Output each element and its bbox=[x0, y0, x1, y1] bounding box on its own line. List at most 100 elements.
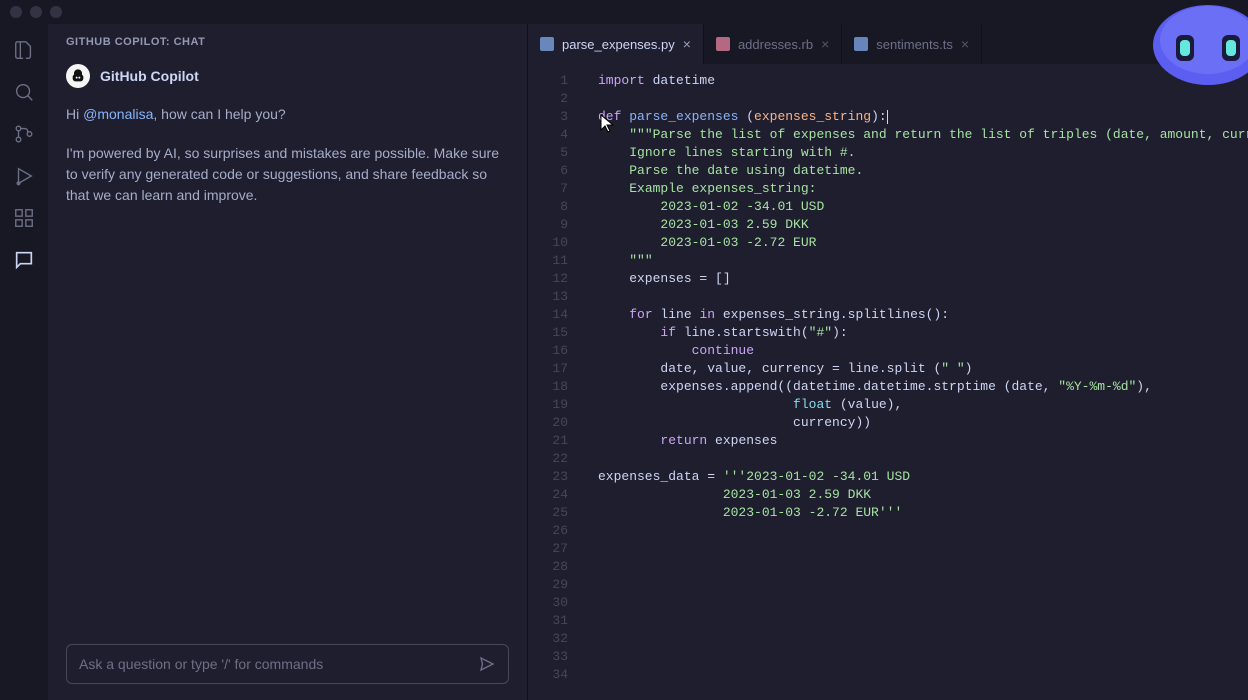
line-number: 19 bbox=[528, 396, 580, 414]
line-number: 21 bbox=[528, 432, 580, 450]
code-line[interactable]: expenses = [] bbox=[598, 270, 1248, 288]
chat-panel: GITHUB COPILOT: CHAT GitHub Copilot Hi @… bbox=[48, 24, 528, 700]
code-line[interactable]: for line in expenses_string.splitlines()… bbox=[598, 306, 1248, 324]
line-number: 2 bbox=[528, 90, 580, 108]
close-icon[interactable]: × bbox=[961, 36, 969, 52]
extensions-icon[interactable] bbox=[12, 206, 36, 230]
editor-body[interactable]: 1234567891011121314151617181920212223242… bbox=[528, 64, 1248, 700]
tab-label: sentiments.ts bbox=[876, 37, 953, 52]
code-line[interactable]: date, value, currency = line.split (" ") bbox=[598, 360, 1248, 378]
chat-greeting: Hi @monalisa, how can I help you? bbox=[66, 104, 509, 125]
line-number: 34 bbox=[528, 666, 580, 684]
code-line[interactable]: continue bbox=[598, 342, 1248, 360]
tab-parse_expenses-py[interactable]: parse_expenses.py × bbox=[528, 24, 704, 64]
code-line[interactable] bbox=[598, 90, 1248, 108]
code-line[interactable]: """ bbox=[598, 252, 1248, 270]
chat-panel-title: GITHUB COPILOT: CHAT bbox=[48, 24, 527, 58]
code-line[interactable]: Example expenses_string: bbox=[598, 180, 1248, 198]
line-number: 20 bbox=[528, 414, 580, 432]
chat-icon[interactable] bbox=[12, 248, 36, 272]
ruby-file-icon bbox=[716, 37, 730, 51]
code-line[interactable] bbox=[598, 594, 1248, 612]
code-line[interactable] bbox=[598, 576, 1248, 594]
line-number: 23 bbox=[528, 468, 580, 486]
close-icon[interactable]: × bbox=[683, 36, 691, 52]
tab-sentiments-ts[interactable]: sentiments.ts × bbox=[842, 24, 982, 64]
code-line[interactable] bbox=[598, 288, 1248, 306]
greeting-pre: Hi bbox=[66, 106, 83, 122]
code-line[interactable] bbox=[598, 450, 1248, 468]
line-number: 25 bbox=[528, 504, 580, 522]
code-area[interactable]: import datetime def parse_expenses (expe… bbox=[580, 64, 1248, 700]
code-line[interactable] bbox=[598, 648, 1248, 666]
code-line[interactable] bbox=[598, 558, 1248, 576]
line-number: 1 bbox=[528, 72, 580, 90]
line-number: 7 bbox=[528, 180, 580, 198]
tab-label: parse_expenses.py bbox=[562, 37, 675, 52]
code-line[interactable]: expenses_data = '''2023-01-02 -34.01 USD bbox=[598, 468, 1248, 486]
search-icon[interactable] bbox=[12, 80, 36, 104]
line-number: 22 bbox=[528, 450, 580, 468]
line-number: 5 bbox=[528, 144, 580, 162]
code-line[interactable]: 2023-01-03 -2.72 EUR''' bbox=[598, 504, 1248, 522]
chat-author: GitHub Copilot bbox=[66, 64, 509, 88]
send-icon[interactable] bbox=[478, 655, 496, 673]
code-line[interactable]: Parse the date using datetime. bbox=[598, 162, 1248, 180]
chat-disclaimer: I'm powered by AI, so surprises and mist… bbox=[66, 143, 509, 206]
greeting-mention: @monalisa bbox=[83, 106, 153, 122]
explorer-icon[interactable] bbox=[12, 38, 36, 62]
line-gutter: 1234567891011121314151617181920212223242… bbox=[528, 64, 580, 700]
code-line[interactable] bbox=[598, 522, 1248, 540]
activity-bar bbox=[0, 24, 48, 700]
code-line[interactable]: 2023-01-03 -2.72 EUR bbox=[598, 234, 1248, 252]
line-number: 9 bbox=[528, 216, 580, 234]
code-line[interactable]: currency)) bbox=[598, 414, 1248, 432]
code-line[interactable]: float (value), bbox=[598, 396, 1248, 414]
line-number: 27 bbox=[528, 540, 580, 558]
window-minimize-icon[interactable] bbox=[30, 6, 42, 18]
code-line[interactable] bbox=[598, 630, 1248, 648]
copilot-avatar-icon bbox=[66, 64, 90, 88]
line-number: 24 bbox=[528, 486, 580, 504]
line-number: 13 bbox=[528, 288, 580, 306]
window-close-icon[interactable] bbox=[10, 6, 22, 18]
text-cursor bbox=[887, 110, 888, 124]
code-line[interactable]: 2023-01-03 2.59 DKK bbox=[598, 486, 1248, 504]
code-line[interactable]: Ignore lines starting with #. bbox=[598, 144, 1248, 162]
line-number: 18 bbox=[528, 378, 580, 396]
tab-label: addresses.rb bbox=[738, 37, 813, 52]
code-line[interactable]: 2023-01-03 2.59 DKK bbox=[598, 216, 1248, 234]
line-number: 3 bbox=[528, 108, 580, 126]
line-number: 17 bbox=[528, 360, 580, 378]
line-number: 16 bbox=[528, 342, 580, 360]
code-line[interactable]: import datetime bbox=[598, 72, 1248, 90]
close-icon[interactable]: × bbox=[821, 36, 829, 52]
code-line[interactable]: return expenses bbox=[598, 432, 1248, 450]
line-number: 31 bbox=[528, 612, 580, 630]
chat-input[interactable] bbox=[66, 644, 509, 684]
source-control-icon[interactable] bbox=[12, 122, 36, 146]
code-line[interactable]: if line.startswith("#"): bbox=[598, 324, 1248, 342]
code-line[interactable]: def parse_expenses (expenses_string): bbox=[598, 108, 1248, 126]
code-line[interactable] bbox=[598, 540, 1248, 558]
line-number: 30 bbox=[528, 594, 580, 612]
line-number: 11 bbox=[528, 252, 580, 270]
line-number: 14 bbox=[528, 306, 580, 324]
title-bar bbox=[0, 0, 1248, 24]
window-maximize-icon[interactable] bbox=[50, 6, 62, 18]
line-number: 12 bbox=[528, 270, 580, 288]
line-number: 32 bbox=[528, 630, 580, 648]
line-number: 10 bbox=[528, 234, 580, 252]
code-line[interactable]: expenses.append((datetime.datetime.strpt… bbox=[598, 378, 1248, 396]
tab-addresses-rb[interactable]: addresses.rb × bbox=[704, 24, 842, 64]
code-line[interactable]: 2023-01-02 -34.01 USD bbox=[598, 198, 1248, 216]
run-debug-icon[interactable] bbox=[12, 164, 36, 188]
chat-author-name: GitHub Copilot bbox=[100, 68, 199, 84]
code-line[interactable] bbox=[598, 612, 1248, 630]
code-line[interactable] bbox=[598, 666, 1248, 684]
code-line[interactable]: """Parse the list of expenses and return… bbox=[598, 126, 1248, 144]
line-number: 28 bbox=[528, 558, 580, 576]
tab-bar: parse_expenses.py×addresses.rb×sentiment… bbox=[528, 24, 1248, 64]
chat-input-field[interactable] bbox=[79, 656, 478, 672]
line-number: 8 bbox=[528, 198, 580, 216]
